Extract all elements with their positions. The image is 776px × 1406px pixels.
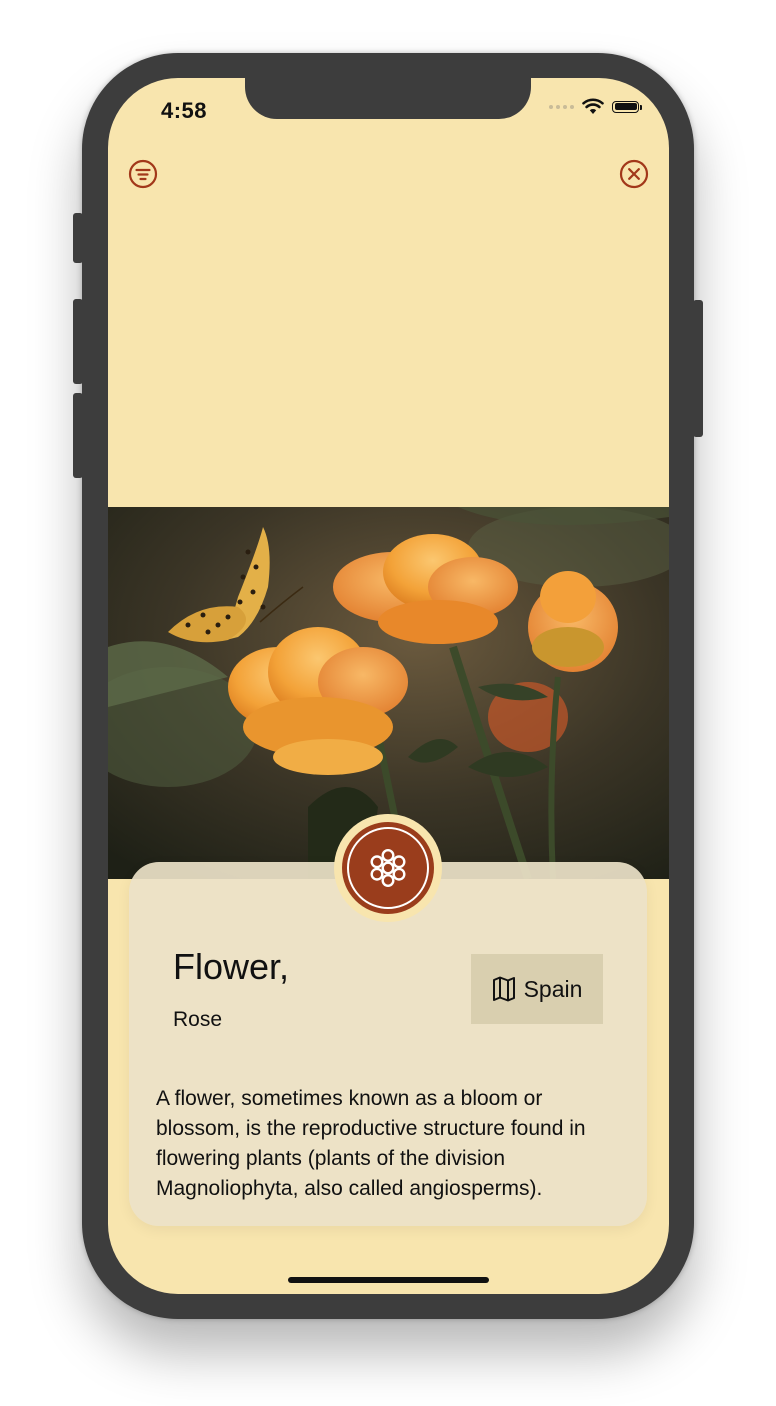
location-label: Spain — [523, 975, 583, 1002]
location-button[interactable]: Spain — [471, 954, 603, 1024]
battery-icon — [612, 100, 642, 113]
home-indicator[interactable] — [288, 1277, 489, 1283]
map-icon — [492, 976, 515, 1002]
category-badge — [334, 814, 442, 922]
close-circle-icon — [619, 159, 649, 189]
wifi-icon — [582, 98, 604, 114]
mute-switch — [73, 213, 83, 263]
signal-icon — [549, 104, 574, 109]
volume-up-button — [73, 299, 83, 384]
app-screen: 4:58 Flower, Rose Spain A flower, someti… — [108, 78, 669, 1294]
close-button[interactable] — [619, 159, 649, 189]
power-button — [693, 300, 703, 437]
flower-title: Flower, — [173, 946, 290, 987]
flower-icon — [370, 848, 406, 888]
filter-button[interactable] — [128, 159, 158, 189]
notch — [245, 78, 531, 119]
flower-subtitle: Rose — [173, 1008, 223, 1031]
volume-down-button — [73, 393, 83, 478]
flower-description: A flower, sometimes known as a bloom or … — [156, 1087, 586, 1200]
status-time: 4:58 — [161, 98, 208, 123]
filter-circle-icon — [128, 159, 158, 189]
status-icons — [549, 98, 642, 115]
